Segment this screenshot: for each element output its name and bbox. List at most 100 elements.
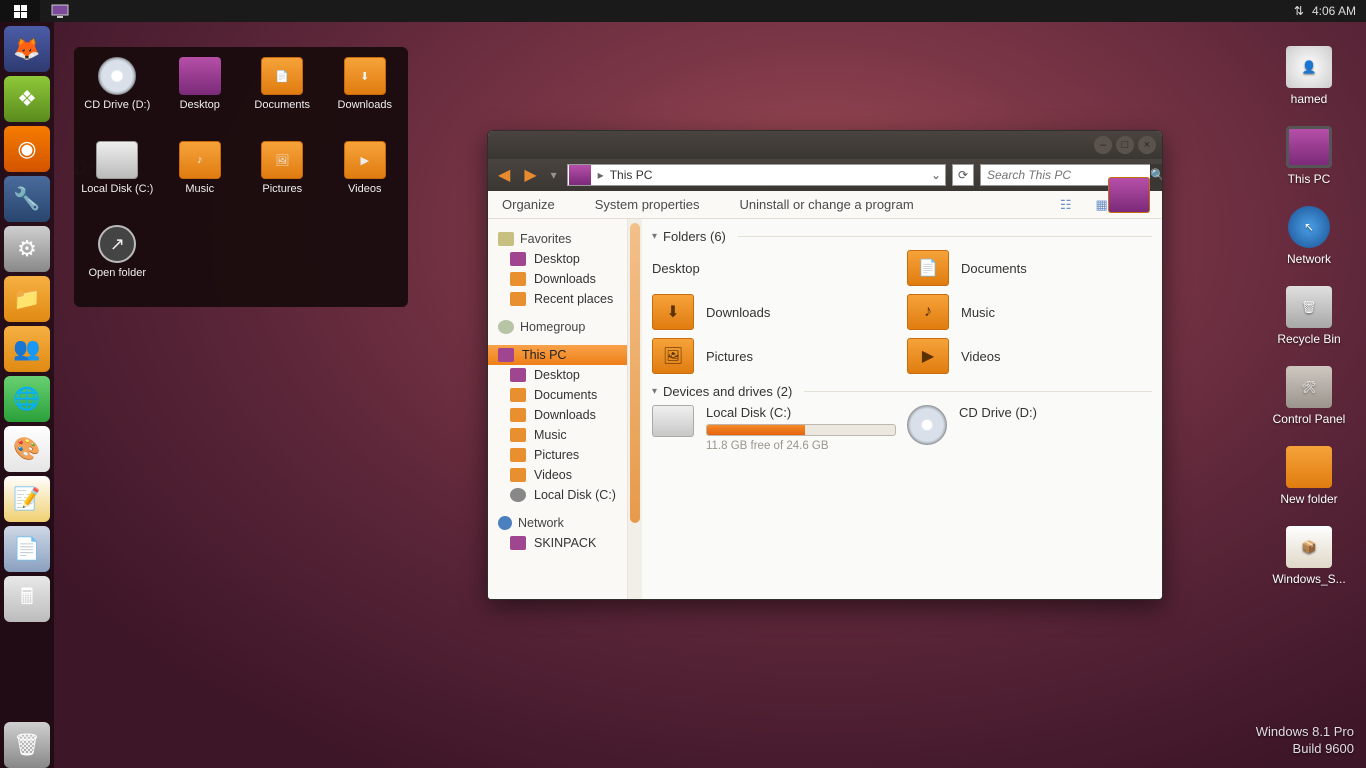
minimize-button[interactable]: – <box>1094 136 1112 154</box>
nav-toolbar: ◀ ▶ ▾ ▸ This PC ⌄ ⟳ 🔍 <box>488 159 1162 191</box>
homegroup-icon <box>498 320 514 334</box>
desktop-windows-sp[interactable]: 📦Windows_S... <box>1272 526 1345 586</box>
folder-music[interactable]: ♪Music <box>907 294 1152 330</box>
scrollbar-thumb[interactable] <box>630 223 640 523</box>
folder-desktop-icon <box>179 57 221 95</box>
explorer-window: – □ × ◀ ▶ ▾ ▸ This PC ⌄ ⟳ 🔍 Organize Sys… <box>487 130 1163 600</box>
folder-downloads[interactable]: ⬇Downloads <box>652 294 897 330</box>
device-local-disk[interactable]: Local Disk (C:) 11.8 GB free of 24.6 GB <box>652 405 897 452</box>
address-dropdown[interactable]: ⌄ <box>927 168 945 182</box>
windows-watermark: Windows 8.1 Pro Build 9600 <box>1256 724 1354 758</box>
sidebar-pc-music[interactable]: Music <box>488 425 627 445</box>
folder-pictures[interactable]: 🖼Pictures <box>652 338 897 374</box>
cmd-uninstall[interactable]: Uninstall or change a program <box>740 197 914 212</box>
close-button[interactable]: × <box>1138 136 1156 154</box>
launcher-trash[interactable]: 🗑 <box>4 722 50 768</box>
launcher-people[interactable]: 👥 <box>4 326 50 372</box>
sidebar-pc-videos[interactable]: Videos <box>488 465 627 485</box>
folder-videos[interactable]: ▶Videos <box>907 338 1152 374</box>
titlebar[interactable]: – □ × <box>488 131 1162 159</box>
address-location[interactable]: This PC <box>610 168 653 182</box>
pc-small-icon <box>569 165 591 185</box>
jumplist-desktop[interactable]: Desktop <box>161 57 240 137</box>
launcher-system[interactable]: ❖ <box>4 76 50 122</box>
jumplist-label: Open folder <box>89 267 146 279</box>
view-details-icon[interactable]: ☷ <box>1060 197 1072 213</box>
jumplist-cd-drive[interactable]: CD Drive (D:) <box>78 57 157 137</box>
jumplist-pictures[interactable]: 🖼Pictures <box>243 141 322 221</box>
desktop-label: Control Panel <box>1273 412 1346 426</box>
sidebar-scrollbar[interactable] <box>628 219 642 599</box>
folder-icon <box>510 368 526 382</box>
launcher-notes[interactable]: 📝 <box>4 476 50 522</box>
folder-icon <box>510 388 526 402</box>
refresh-button[interactable]: ⟳ <box>952 164 974 186</box>
launcher-paint[interactable]: 🎨 <box>4 426 50 472</box>
desktop-recycle-bin[interactable]: 🗑Recycle Bin <box>1277 286 1340 346</box>
folder-documents[interactable]: 📄Documents <box>907 250 1152 286</box>
sidebar-pc-downloads[interactable]: Downloads <box>488 405 627 425</box>
launcher-browser[interactable]: 🌐 <box>4 376 50 422</box>
desktop-label: Recycle Bin <box>1277 332 1340 346</box>
sidebar-favorites[interactable]: Favorites <box>488 229 627 249</box>
desktop-this-pc[interactable]: This PC <box>1286 126 1332 186</box>
device-cd-drive[interactable]: CD Drive (D:) <box>907 405 1152 452</box>
folder-icon: 📄 <box>261 57 303 95</box>
desktop-new-folder[interactable]: New folder <box>1280 446 1337 506</box>
desktop-network[interactable]: ↖Network <box>1287 206 1331 266</box>
launcher-settings[interactable]: ⚙ <box>4 226 50 272</box>
network-icon: ↖ <box>1288 206 1330 248</box>
jumplist-documents[interactable]: 📄Documents <box>243 57 322 137</box>
desktop-icons: 👤hamed This PC ↖Network 🗑Recycle Bin 🛠Co… <box>1264 46 1354 586</box>
launcher-tools[interactable]: 🔧 <box>4 176 50 222</box>
folder-icon: 📄 <box>907 250 949 286</box>
search-icon[interactable]: 🔍 <box>1150 164 1163 186</box>
jumplist-downloads[interactable]: ⬇Downloads <box>326 57 405 137</box>
jumplist-videos[interactable]: ▶Videos <box>326 141 405 221</box>
taskbar-app-explorer[interactable] <box>40 0 80 22</box>
sidebar-network-item[interactable]: SKINPACK <box>488 533 627 553</box>
sidebar-fav-downloads[interactable]: Downloads <box>488 269 627 289</box>
group-devices-header[interactable]: ▾Devices and drives (2) <box>652 384 1152 399</box>
forward-button[interactable]: ▶ <box>520 165 540 185</box>
sidebar: Favorites Desktop Downloads Recent place… <box>488 219 628 599</box>
jumplist-music[interactable]: ♪Music <box>161 141 240 221</box>
start-button[interactable] <box>0 0 40 22</box>
group-folders-header[interactable]: ▾Folders (6) <box>652 229 1152 244</box>
sidebar-this-pc[interactable]: This PC <box>488 345 627 365</box>
address-bar[interactable]: ▸ This PC ⌄ <box>567 164 946 186</box>
folder-icon <box>510 408 526 422</box>
jumplist-label: Local Disk (C:) <box>81 183 153 195</box>
sidebar-homegroup[interactable]: Homegroup <box>488 317 627 337</box>
launcher-ubuntu[interactable]: ◉ <box>4 126 50 172</box>
clock[interactable]: 4:06 AM <box>1312 4 1356 18</box>
folder-desktop[interactable]: Desktop <box>652 250 897 286</box>
view-preview-icon[interactable]: ▦ <box>1096 197 1108 213</box>
cmd-organize[interactable]: Organize <box>502 197 555 212</box>
network-icon <box>498 516 512 530</box>
sidebar-pc-pictures[interactable]: Pictures <box>488 445 627 465</box>
jumplist-open-folder[interactable]: ↗ Open folder <box>78 225 157 305</box>
sidebar-network[interactable]: Network <box>488 513 627 533</box>
sidebar-fav-recent[interactable]: Recent places <box>488 289 627 309</box>
back-button[interactable]: ◀ <box>494 165 514 185</box>
pc-icon <box>498 348 514 362</box>
open-folder-icon: ↗ <box>98 225 136 263</box>
sidebar-pc-localdisk[interactable]: Local Disk (C:) <box>488 485 627 505</box>
sidebar-pc-desktop[interactable]: Desktop <box>488 365 627 385</box>
desktop-user[interactable]: 👤hamed <box>1286 46 1332 106</box>
sidebar-pc-documents[interactable]: Documents <box>488 385 627 405</box>
launcher-firefox[interactable]: 🦊 <box>4 26 50 72</box>
launcher-calculator[interactable]: 🖩 <box>4 576 50 622</box>
jumplist-label: Pictures <box>262 183 302 195</box>
network-tray-icon[interactable]: ⇅ <box>1294 4 1304 18</box>
cmd-system-properties[interactable]: System properties <box>595 197 700 212</box>
desktop-control-panel[interactable]: 🛠Control Panel <box>1273 366 1346 426</box>
star-icon <box>498 232 514 246</box>
launcher-files[interactable]: 📁 <box>4 276 50 322</box>
maximize-button[interactable]: □ <box>1116 136 1134 154</box>
launcher-office[interactable]: 📄 <box>4 526 50 572</box>
up-button[interactable]: ▾ <box>547 168 561 182</box>
sidebar-fav-desktop[interactable]: Desktop <box>488 249 627 269</box>
jumplist-local-disk[interactable]: Local Disk (C:) <box>78 141 157 221</box>
